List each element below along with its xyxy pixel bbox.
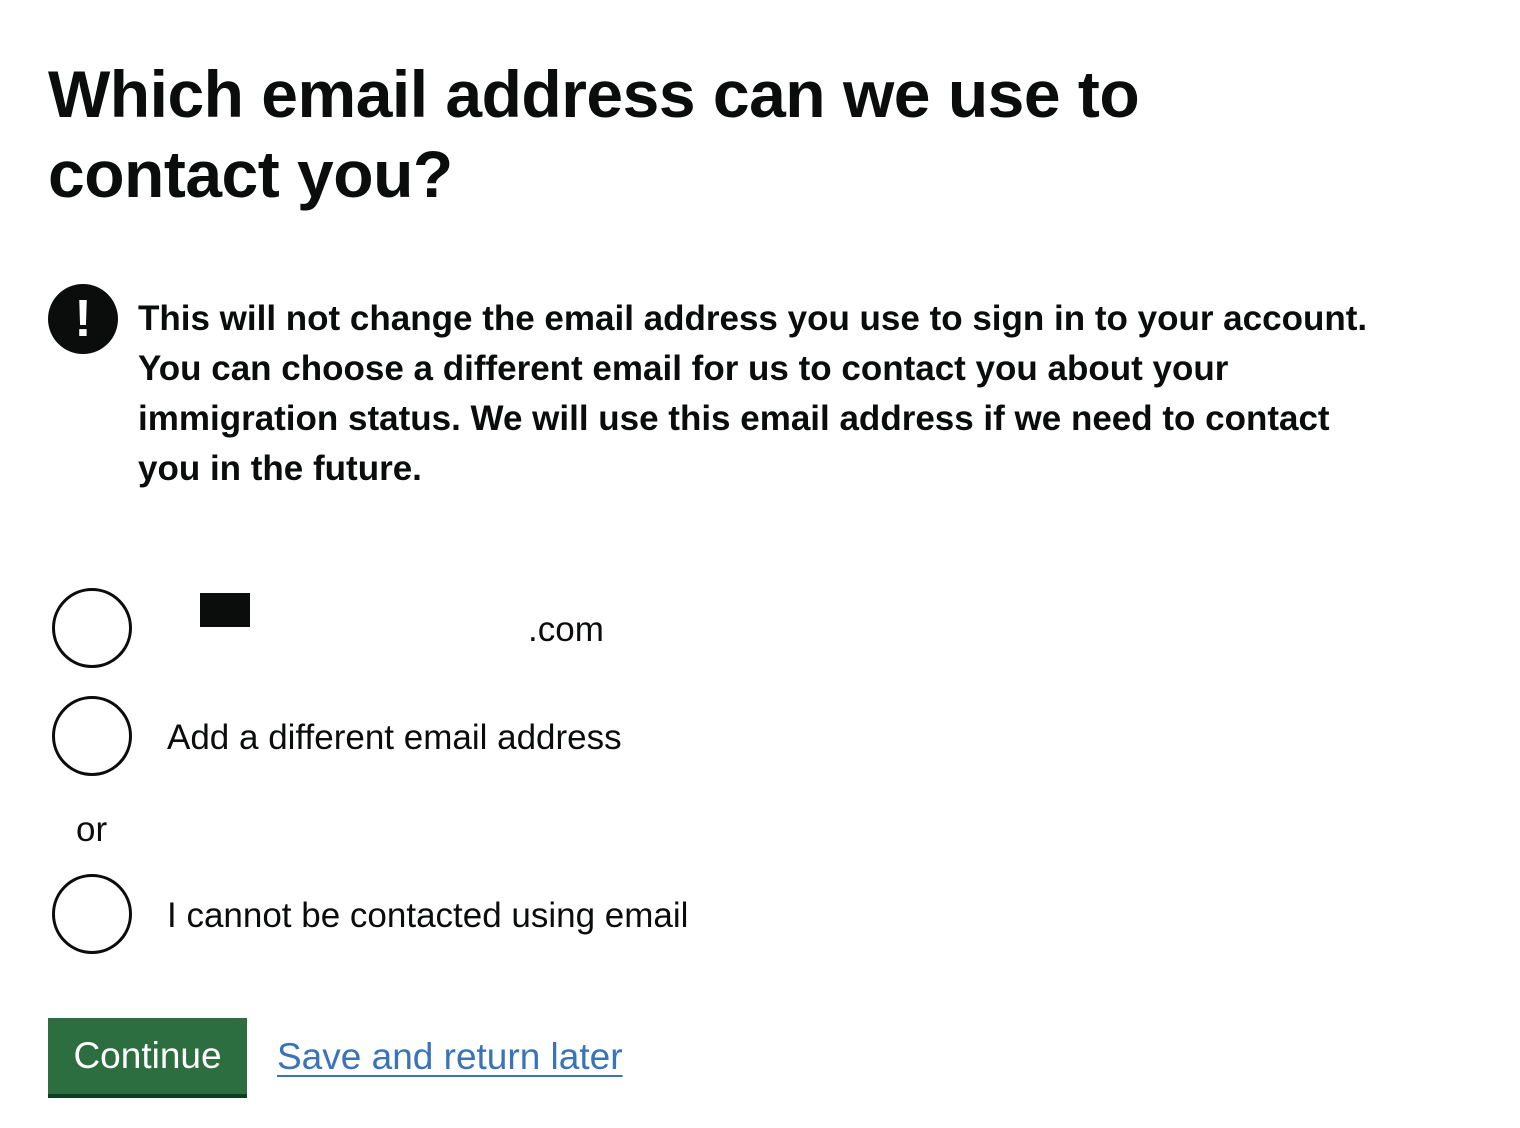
radio-button-existing-email[interactable] [52,588,132,668]
continue-button[interactable]: Continue [48,1018,247,1094]
save-and-return-later-link[interactable]: Save and return later [277,1034,623,1080]
exclamation-icon: ! [48,284,118,354]
or-divider: or [76,810,108,849]
form-actions: Continue Save and return later [48,1018,948,1098]
existing-email-label[interactable]: .com [528,608,604,652]
redacted-block [200,593,250,627]
warning-text: This will not change the email address y… [138,299,1368,488]
no-email-label[interactable]: I cannot be contacted using email [167,894,688,938]
radio-button-no-email[interactable] [52,874,132,954]
radio-option-no-email[interactable]: I cannot be contacted using email [52,874,952,954]
radio-option-existing-email[interactable]: .com [52,588,952,668]
add-email-label[interactable]: Add a different email address [167,716,622,760]
page-title: Which email address can we use to contac… [48,57,1140,211]
radio-button-add-email[interactable] [52,696,132,776]
radio-option-add-email[interactable]: Add a different email address [52,696,952,776]
page-container: Which email address can we use to contac… [48,0,1468,1094]
